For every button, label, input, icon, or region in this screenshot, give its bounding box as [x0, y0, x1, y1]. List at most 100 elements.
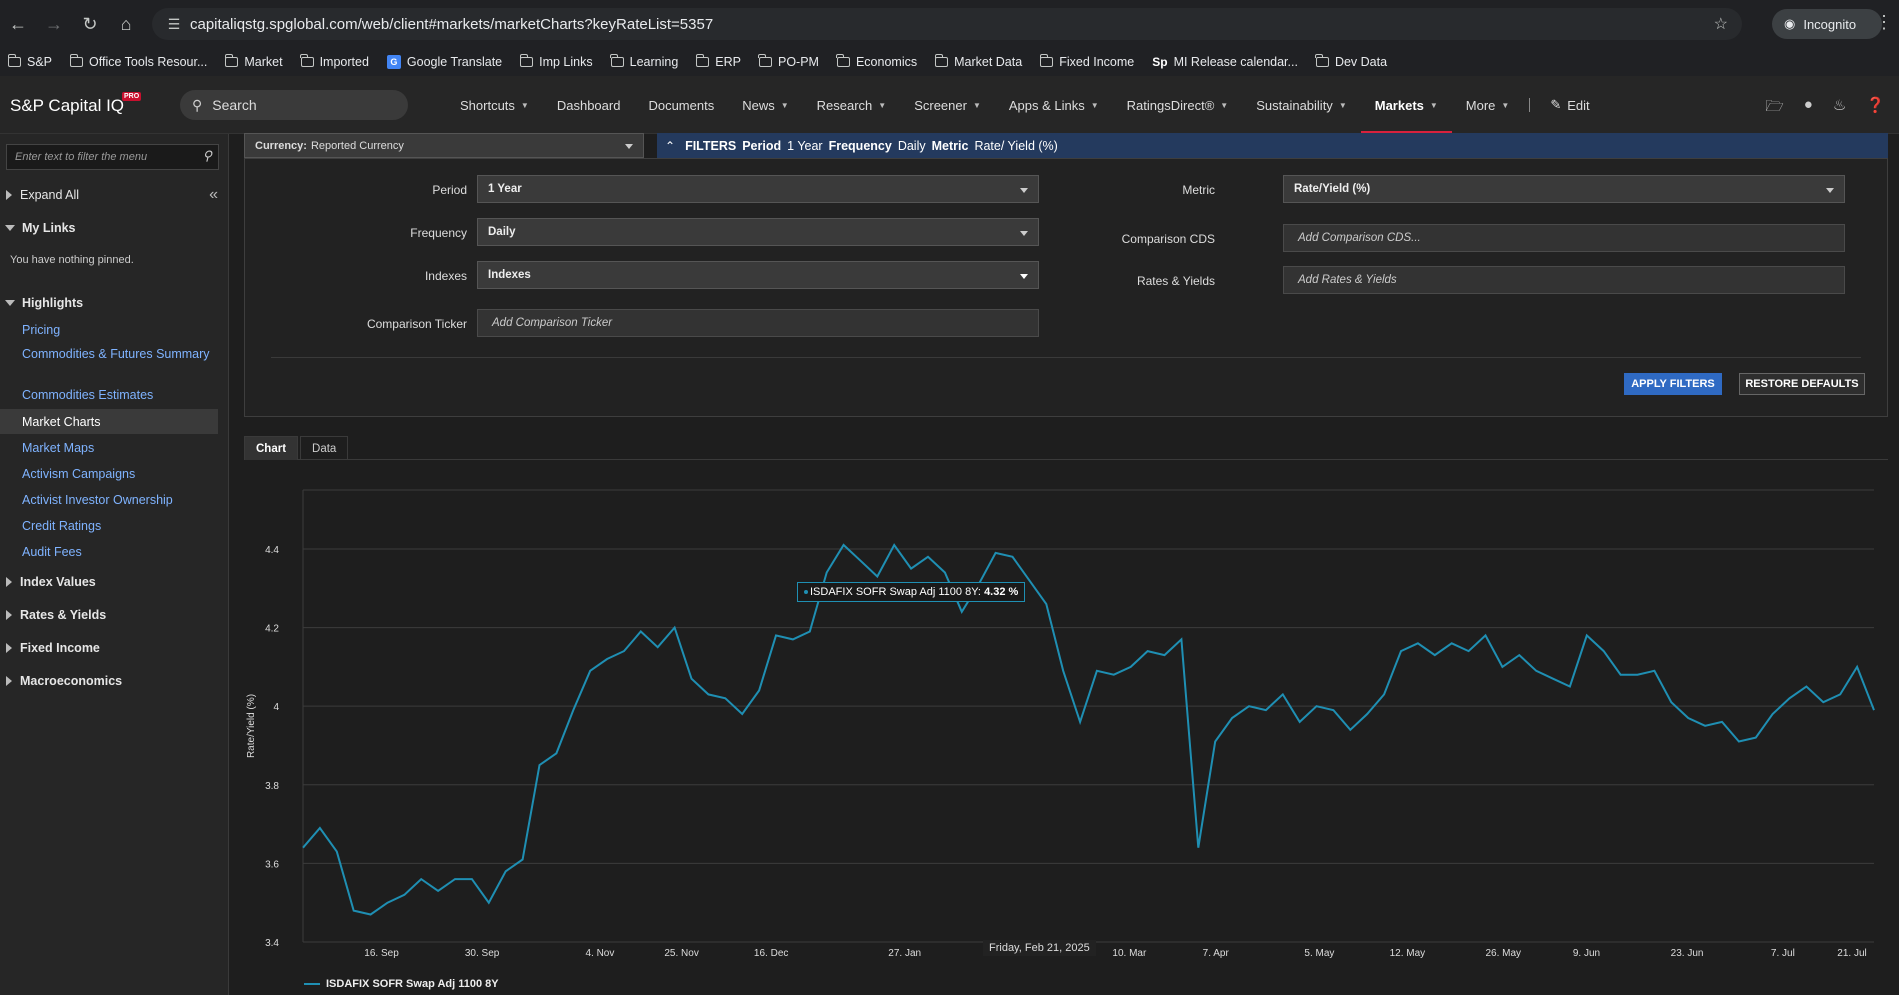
- currency-select[interactable]: Currency: Reported Currency: [244, 133, 644, 158]
- apply-filters-button[interactable]: APPLY FILTERS: [1624, 373, 1722, 395]
- comparison-cds-input[interactable]: Add Comparison CDS...: [1283, 224, 1845, 252]
- highlights-header[interactable]: Highlights: [0, 296, 220, 310]
- bookmark-label: Imported: [319, 55, 369, 69]
- sidebar-item-pricing[interactable]: Pricing: [22, 321, 212, 339]
- period-label: Period: [432, 183, 467, 197]
- bookmark-item[interactable]: G Google Translate: [386, 55, 502, 69]
- period-select[interactable]: 1 Year: [477, 175, 1039, 203]
- indexes-value: Indexes: [488, 269, 531, 281]
- bookmark-star-icon[interactable]: ☆: [1714, 14, 1728, 34]
- incognito-badge[interactable]: ◉ Incognito: [1772, 9, 1882, 39]
- site-info-icon[interactable]: ☰: [158, 16, 190, 33]
- sidebar-item-commodities-futures-summary[interactable]: Commodities & Futures Summary: [22, 345, 212, 363]
- bookmark-item[interactable]: ERP: [695, 54, 741, 69]
- bell-icon[interactable]: ♨: [1833, 96, 1846, 121]
- nav-documents[interactable]: Documents: [634, 76, 728, 134]
- app-logo[interactable]: S&P Capital IQ: [10, 96, 124, 116]
- sidebar-section-rates-yields[interactable]: Rates & Yields: [0, 608, 220, 622]
- bookmark-item[interactable]: Fixed Income: [1039, 54, 1134, 69]
- nav-markets[interactable]: Markets ▼: [1360, 76, 1452, 134]
- sidebar-item-activist-investor-ownership[interactable]: Activist Investor Ownership: [22, 491, 212, 509]
- nav-shortcuts[interactable]: Shortcuts ▼: [446, 76, 543, 134]
- currency-value: Reported Currency: [310, 139, 404, 152]
- pro-badge: PRO: [122, 92, 142, 101]
- edit-nav-button[interactable]: ✎ Edit: [1536, 76, 1603, 134]
- frequency-select[interactable]: Daily: [477, 218, 1039, 246]
- chevron-down-icon: [1020, 231, 1028, 236]
- folder-icon: [836, 54, 850, 67]
- bookmark-item[interactable]: Dev Data: [1315, 54, 1387, 69]
- indexes-select[interactable]: Indexes: [477, 261, 1039, 289]
- bookmark-item[interactable]: Learning: [610, 54, 678, 69]
- x-tick-label: 25. Nov: [664, 948, 698, 959]
- bookmark-item[interactable]: S&P: [7, 54, 52, 69]
- bookmark-item[interactable]: Market: [224, 54, 283, 69]
- reload-icon[interactable]: ↻: [72, 6, 108, 42]
- search-icon: ⚲: [192, 96, 203, 113]
- bookmark-item[interactable]: Imp Links: [519, 54, 593, 69]
- metric-select[interactable]: Rate/Yield (%): [1283, 175, 1845, 203]
- bookmark-item[interactable]: Office Tools Resour...: [69, 54, 207, 69]
- bookmark-item[interactable]: Economics: [836, 54, 917, 69]
- sidebar-item-credit-ratings[interactable]: Credit Ratings: [22, 517, 212, 535]
- sidebar-section-index-values[interactable]: Index Values: [0, 575, 220, 589]
- bookmark-item[interactable]: PO-PM: [758, 54, 819, 69]
- nav-news[interactable]: News ▼: [728, 76, 802, 134]
- search-icon[interactable]: ⚲: [202, 148, 212, 164]
- back-icon[interactable]: ←: [0, 6, 36, 42]
- nav-label: Research: [816, 97, 873, 113]
- menu-filter-placeholder: Enter text to filter the menu: [15, 151, 148, 163]
- nav-research[interactable]: Research ▼: [803, 76, 901, 134]
- tab-chart[interactable]: Chart: [244, 436, 299, 460]
- nav-screener[interactable]: Screener ▼: [900, 76, 995, 134]
- address-bar[interactable]: ☰ capitaliqstg.spglobal.com/web/client#m…: [152, 8, 1742, 40]
- chevron-up-icon[interactable]: ⌃: [665, 139, 675, 153]
- home-icon[interactable]: ⌂: [108, 6, 144, 42]
- folder-icon: [1039, 54, 1054, 67]
- nav-apps-links[interactable]: Apps & Links ▼: [995, 76, 1113, 134]
- rates-yields-input[interactable]: Add Rates & Yields: [1283, 266, 1845, 294]
- restore-defaults-button[interactable]: RESTORE DEFAULTS: [1739, 373, 1865, 395]
- browser-menu-icon[interactable]: ⋮: [1875, 12, 1893, 33]
- bookmark-item[interactable]: Sp MI Release calendar...: [1152, 55, 1298, 69]
- tooltip-value: 4.32 %: [984, 586, 1019, 598]
- filters-summary-bar[interactable]: ⌃ FILTERS Period 1 Year Frequency Daily …: [657, 133, 1888, 158]
- global-search[interactable]: ⚲ Search: [180, 90, 408, 120]
- y-tick-label: 3.4: [265, 938, 279, 949]
- user-icon[interactable]: ●: [1804, 96, 1813, 121]
- nav-ratingsdirect[interactable]: RatingsDirect® ▼: [1113, 76, 1243, 134]
- sidebar-item-activism-campaigns[interactable]: Activism Campaigns: [22, 465, 212, 483]
- folder-icon: [7, 54, 21, 67]
- bookmark-item[interactable]: Imported: [300, 54, 369, 69]
- collapse-sidebar-icon[interactable]: «: [209, 186, 218, 204]
- folder-open-icon[interactable]: 🗁: [1765, 96, 1784, 121]
- section-label: Fixed Income: [20, 641, 100, 655]
- series-line[interactable]: [302, 543, 1875, 916]
- google-translate-icon: G: [386, 55, 401, 69]
- line-chart[interactable]: 3.4 3.6 3.8 4 4.2 4.4 Rate/Yield (%) 16. Sep 30.…: [244, 480, 1888, 995]
- caret-down-icon: ▼: [878, 100, 887, 110]
- my-links-header[interactable]: My Links: [0, 221, 220, 235]
- sidebar-item-market-charts[interactable]: Market Charts: [22, 413, 212, 431]
- url-text[interactable]: capitaliqstg.spglobal.com/web/client#mar…: [190, 16, 713, 33]
- expand-all[interactable]: Expand All: [0, 188, 220, 202]
- tab-data[interactable]: Data: [300, 436, 349, 460]
- sidebar-item-audit-fees[interactable]: Audit Fees: [22, 543, 212, 561]
- sidebar-item-commodities-estimates[interactable]: Commodities Estimates: [22, 386, 212, 404]
- comparison-ticker-input[interactable]: Add Comparison Ticker: [477, 309, 1039, 337]
- chart-legend[interactable]: ISDAFIX SOFR Swap Adj 1100 8Y: [304, 978, 499, 990]
- chart-area[interactable]: 3.4 3.6 3.8 4 4.2 4.4 Rate/Yield (%) 16. Sep 30.…: [244, 480, 1888, 995]
- help-icon[interactable]: ❓: [1866, 96, 1885, 121]
- sidebar-section-fixed-income[interactable]: Fixed Income: [0, 641, 220, 655]
- sidebar-section-macroeconomics[interactable]: Macroeconomics: [0, 674, 220, 688]
- nav-more[interactable]: More ▼: [1452, 76, 1524, 134]
- y-axis-title: Rate/Yield (%): [246, 694, 257, 758]
- nav-sustainability[interactable]: Sustainability ▼: [1242, 76, 1361, 134]
- forward-icon[interactable]: →: [36, 6, 72, 42]
- crosshair-date-label: Friday, Feb 21, 2025: [983, 940, 1096, 956]
- search-placeholder: Search: [212, 97, 257, 113]
- sidebar-item-market-maps[interactable]: Market Maps: [22, 439, 212, 457]
- menu-filter-input[interactable]: Enter text to filter the menu ⚲: [6, 144, 219, 170]
- bookmark-item[interactable]: Market Data: [934, 54, 1022, 69]
- nav-dashboard[interactable]: Dashboard: [543, 76, 635, 134]
